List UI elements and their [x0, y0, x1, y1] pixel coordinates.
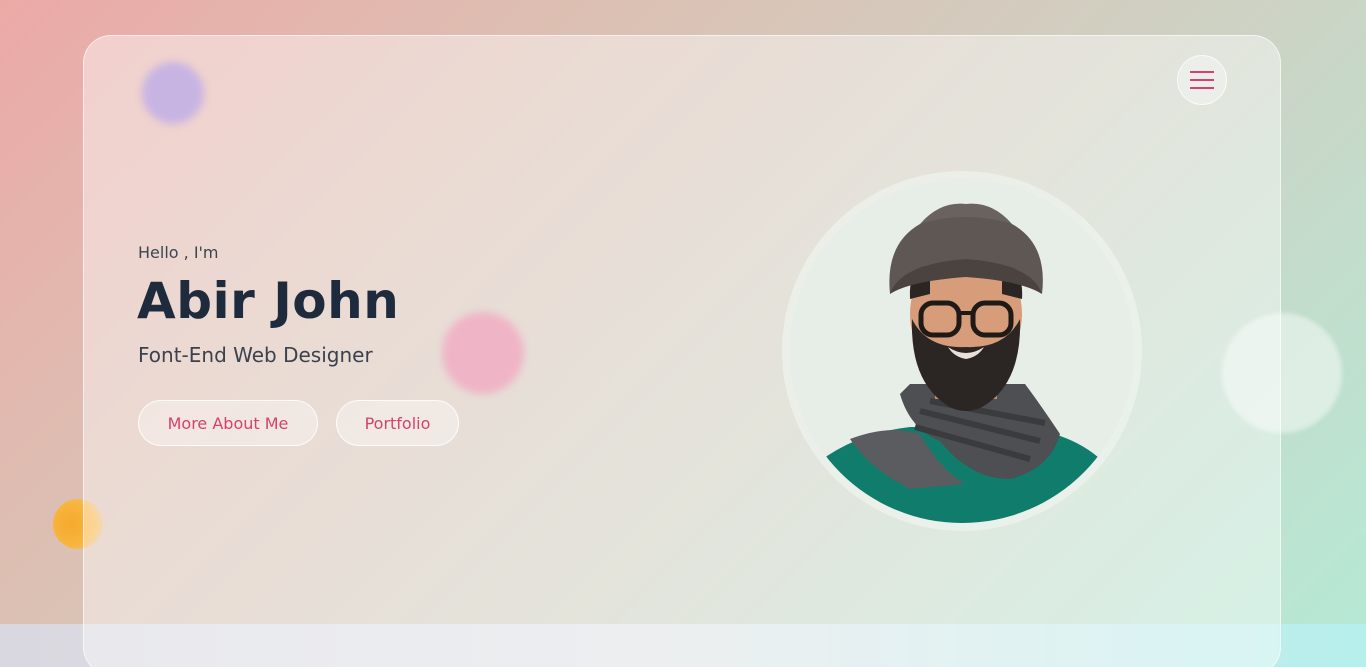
- hamburger-menu-icon: [1189, 70, 1215, 90]
- portfolio-button[interactable]: Portfolio: [336, 400, 459, 446]
- role-subtitle: Font-End Web Designer: [138, 343, 373, 367]
- menu-button[interactable]: [1177, 55, 1227, 105]
- page-title: Abir John: [137, 272, 400, 330]
- profile-photo: [790, 179, 1134, 523]
- greeting-text: Hello , I'm: [138, 243, 219, 262]
- decor-purple-circle: [142, 62, 204, 124]
- decor-pink-circle: [442, 312, 524, 394]
- page: Hello , I'm Abir John Font-End Web Desig…: [0, 0, 1366, 667]
- more-about-me-button[interactable]: More About Me: [138, 400, 318, 446]
